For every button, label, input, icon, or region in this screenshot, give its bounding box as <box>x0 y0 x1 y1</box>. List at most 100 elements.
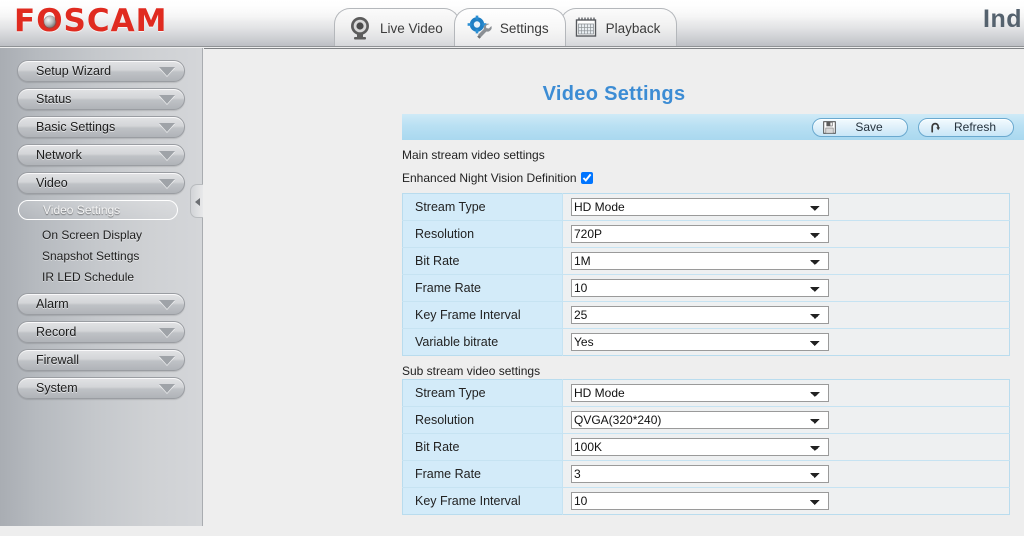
chevron-down-icon <box>159 123 175 132</box>
sidebar-item-status[interactable]: Status <box>17 88 185 110</box>
chevron-down-icon <box>159 179 175 188</box>
key-frame-interval-select[interactable]: 25 <box>571 306 829 324</box>
sidebar-item-firewall[interactable]: Firewall <box>17 349 185 371</box>
chevron-down-icon <box>159 384 175 393</box>
refresh-button[interactable]: Refresh <box>918 117 1014 137</box>
table-row: Bit Rate 100K <box>402 433 1010 461</box>
table-row: Stream Type HD Mode <box>402 379 1010 407</box>
table-row: Key Frame Interval 10 <box>402 487 1010 515</box>
chevron-down-icon <box>159 328 175 337</box>
sidebar-subitem-label: Snapshot Settings <box>42 248 140 263</box>
main-tabs: Live Video Settings Playback <box>334 8 678 46</box>
row-label: Key Frame Interval <box>402 487 563 515</box>
sidebar-item-label: Basic Settings <box>36 120 116 134</box>
sidebar-item-ir-led-schedule[interactable]: IR LED Schedule <box>0 266 202 287</box>
table-row: Resolution 720P <box>402 220 1010 248</box>
sidebar-item-basic-settings[interactable]: Basic Settings <box>17 116 185 138</box>
sidebar-item-label: Video <box>36 176 68 190</box>
row-value-cell: 10 <box>562 274 1010 302</box>
sub-resolution-select[interactable]: QVGA(320*240) <box>571 411 829 429</box>
sidebar-item-snapshot-settings[interactable]: Snapshot Settings <box>0 245 202 266</box>
refresh-button-label: Refresh <box>953 120 997 134</box>
device-title: Ind <box>983 5 1022 33</box>
logo-text-f: F <box>14 3 37 39</box>
sub-stream-section-label: Sub stream video settings <box>402 364 541 378</box>
sidebar-item-on-screen-display[interactable]: On Screen Display <box>0 224 202 245</box>
sidebar-collapse-handle[interactable] <box>190 184 203 218</box>
sidebar-item-setup-wizard[interactable]: Setup Wizard <box>17 60 185 82</box>
save-button[interactable]: Save <box>812 117 908 137</box>
tab-settings[interactable]: Settings <box>453 8 566 46</box>
chevron-down-icon <box>159 67 175 76</box>
sidebar-menu: Setup Wizard Status Basic Settings Netwo… <box>0 48 202 399</box>
table-row: Frame Rate 3 <box>402 460 1010 488</box>
main-content: Video Settings Save Refresh Main stream … <box>204 48 1024 536</box>
sub-bit-rate-select[interactable]: 100K <box>571 438 829 456</box>
tab-playback[interactable]: Playback <box>559 8 678 46</box>
main-stream-section-label: Main stream video settings <box>402 148 545 162</box>
floppy-disk-icon <box>823 120 836 134</box>
sidebar: Setup Wizard Status Basic Settings Netwo… <box>0 48 203 526</box>
chevron-down-icon <box>159 151 175 160</box>
row-label: Bit Rate <box>402 433 563 461</box>
main-stream-table: Stream Type HD Mode Resolution 720P Bit … <box>402 193 1010 356</box>
camera-lens-icon <box>44 16 56 28</box>
gear-wrench-icon <box>467 15 493 41</box>
tab-label: Live Video <box>380 20 443 36</box>
sidebar-item-label: Setup Wizard <box>36 64 112 78</box>
sidebar-item-alarm[interactable]: Alarm <box>17 293 185 315</box>
sidebar-item-video-settings[interactable]: Video Settings <box>18 200 178 220</box>
calendar-icon <box>573 15 599 41</box>
table-row: Frame Rate 10 <box>402 274 1010 302</box>
chevron-down-icon <box>159 356 175 365</box>
row-label: Resolution <box>402 220 563 248</box>
sidebar-item-label: Network <box>36 148 82 162</box>
content-toolbar: Save Refresh <box>402 114 1024 140</box>
sidebar-item-video[interactable]: Video <box>17 172 185 194</box>
sidebar-item-label: Status <box>36 92 72 106</box>
row-value-cell: QVGA(320*240) <box>562 406 1010 434</box>
camera-icon <box>347 15 373 41</box>
logo-text-scam: SCAM <box>63 3 168 39</box>
row-label: Key Frame Interval <box>402 301 563 329</box>
page-title: Video Settings <box>542 83 686 105</box>
sidebar-item-label: System <box>36 381 78 395</box>
row-value-cell: 3 <box>562 460 1010 488</box>
enhanced-night-vision-checkbox[interactable] <box>580 172 593 184</box>
frame-rate-select[interactable]: 10 <box>571 279 829 297</box>
sub-stream-type-select[interactable]: HD Mode <box>571 384 829 402</box>
sub-key-frame-interval-select[interactable]: 10 <box>571 492 829 510</box>
tab-label: Playback <box>605 20 661 36</box>
sidebar-item-system[interactable]: System <box>17 377 185 399</box>
row-label: Frame Rate <box>402 274 563 302</box>
sidebar-item-label: Record <box>36 325 77 339</box>
table-row: Bit Rate 1M <box>402 247 1010 275</box>
row-label: Variable bitrate <box>402 328 563 356</box>
app-header: FOSCAM Live Video <box>0 0 1024 47</box>
tab-label: Settings <box>499 20 549 36</box>
row-value-cell: 720P <box>562 220 1010 248</box>
sidebar-item-label: Alarm <box>36 297 69 311</box>
row-value-cell: 1M <box>562 247 1010 275</box>
sub-frame-rate-select[interactable]: 3 <box>571 465 829 483</box>
bit-rate-select[interactable]: 1M <box>571 252 829 270</box>
save-button-label: Save <box>855 120 883 134</box>
tab-live-video[interactable]: Live Video <box>334 8 460 46</box>
row-value-cell: HD Mode <box>562 379 1010 407</box>
page-root: FOSCAM Live Video <box>0 0 1024 536</box>
resolution-select[interactable]: 720P <box>571 225 829 243</box>
row-label: Stream Type <box>402 379 563 407</box>
row-label: Bit Rate <box>402 247 563 275</box>
sidebar-item-record[interactable]: Record <box>17 321 185 343</box>
sidebar-item-network[interactable]: Network <box>17 144 185 166</box>
enhanced-night-vision-row: Enhanced Night Vision Definition <box>402 171 593 185</box>
chevron-down-icon <box>159 300 175 309</box>
row-value-cell: Yes <box>562 328 1010 356</box>
table-row: Resolution QVGA(320*240) <box>402 406 1010 434</box>
sub-stream-table: Stream Type HD Mode Resolution QVGA(320*… <box>402 379 1010 515</box>
sub-stream-table-body: Stream Type HD Mode Resolution QVGA(320*… <box>402 379 1010 515</box>
stream-type-select[interactable]: HD Mode <box>571 198 829 216</box>
variable-bitrate-select[interactable]: Yes <box>571 333 829 351</box>
logo-lens-o: O <box>36 3 63 39</box>
sidebar-submenu-video: Video Settings On Screen Display Snapsho… <box>0 200 202 287</box>
